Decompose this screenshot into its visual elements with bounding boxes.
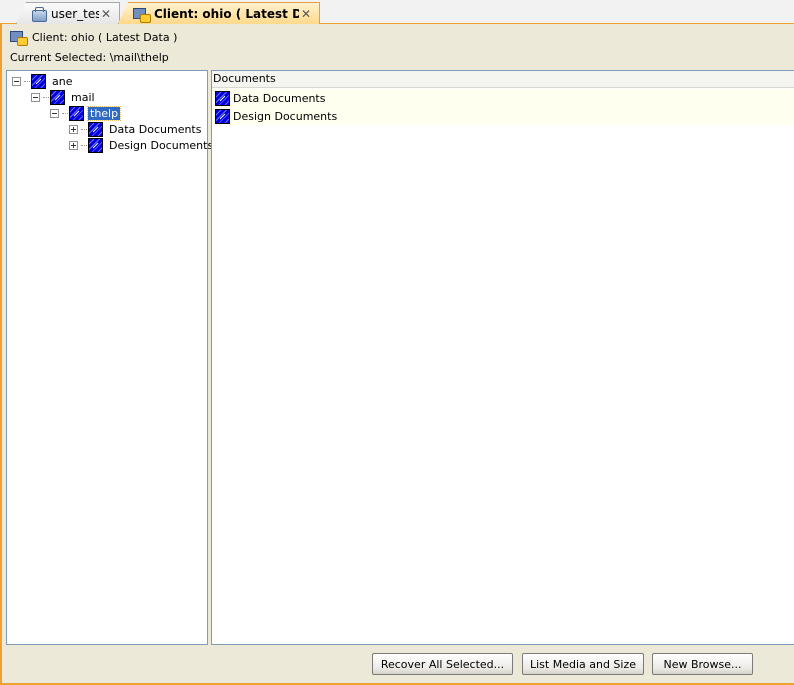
client-icon <box>133 6 151 23</box>
client-title: Client: ohio ( Latest Data ) <box>10 28 177 46</box>
close-icon[interactable]: ✕ <box>99 7 113 21</box>
folder-icon <box>215 90 230 106</box>
tree-connector <box>62 112 68 114</box>
list-media-and-size-button[interactable]: List Media and Size <box>522 653 644 675</box>
tree-connector <box>81 128 87 130</box>
tree-node-ane[interactable]: ane <box>12 73 74 89</box>
expand-icon[interactable] <box>69 140 78 150</box>
list-item[interactable]: Data Documents <box>212 89 794 107</box>
recover-all-selected-button[interactable]: Recover All Selected... <box>372 653 513 675</box>
list-item-label: Data Documents <box>233 91 326 105</box>
folder-icon <box>31 73 46 89</box>
tab-label: Client: ohio ( Latest Dat... <box>154 6 299 21</box>
collapse-icon[interactable] <box>31 92 40 102</box>
folder-icon <box>88 121 103 137</box>
folder-icon <box>88 137 103 153</box>
folder-tree[interactable]: ane mail thelp Data Documents Design Doc… <box>6 70 213 645</box>
server-icon <box>31 6 47 22</box>
tree-node-label: mail <box>71 90 95 104</box>
current-selected-path: Current Selected: \mail\thelp <box>10 51 169 64</box>
close-icon[interactable]: ✕ <box>299 7 313 21</box>
tree-node-thelp[interactable]: thelp <box>50 105 122 121</box>
folder-icon <box>69 105 84 121</box>
contents-list[interactable]: Documents Data Documents Design Document… <box>211 70 794 645</box>
tree-node-label: Data Documents <box>109 122 202 136</box>
tree-connector <box>43 96 49 98</box>
tree-connector <box>81 144 87 146</box>
tree-node-label: ane <box>52 74 73 88</box>
folder-icon <box>215 108 230 124</box>
tree-node-label: Design Documents <box>109 138 214 152</box>
tree-node-design-documents[interactable]: Design Documents <box>69 137 215 153</box>
tree-node-data-documents[interactable]: Data Documents <box>69 121 203 137</box>
tree-connector <box>24 80 30 82</box>
list-item[interactable]: Design Documents <box>212 107 794 125</box>
tree-node-label-selected: thelp <box>86 105 122 121</box>
tab-label: user_test <box>51 6 99 21</box>
tab-strip: user_test ✕ Client: ohio ( Latest Dat...… <box>0 0 794 24</box>
list-item-label: Design Documents <box>233 109 338 123</box>
new-browse-button[interactable]: New Browse... <box>652 653 753 675</box>
collapse-icon[interactable] <box>12 76 21 86</box>
folder-icon <box>50 89 65 105</box>
column-header-documents[interactable]: Documents <box>212 71 794 88</box>
expand-icon[interactable] <box>69 124 78 134</box>
client-browse-panel: Client: ohio ( Latest Data ) Current Sel… <box>0 24 794 685</box>
tab-user-test[interactable]: user_test ✕ <box>16 2 120 24</box>
tree-node-mail[interactable]: mail <box>31 89 97 105</box>
tab-client-ohio[interactable]: Client: ohio ( Latest Dat... ✕ <box>118 2 320 24</box>
collapse-icon[interactable] <box>50 108 59 118</box>
client-label: Client: ohio ( Latest Data ) <box>32 30 178 44</box>
client-icon <box>10 29 28 46</box>
